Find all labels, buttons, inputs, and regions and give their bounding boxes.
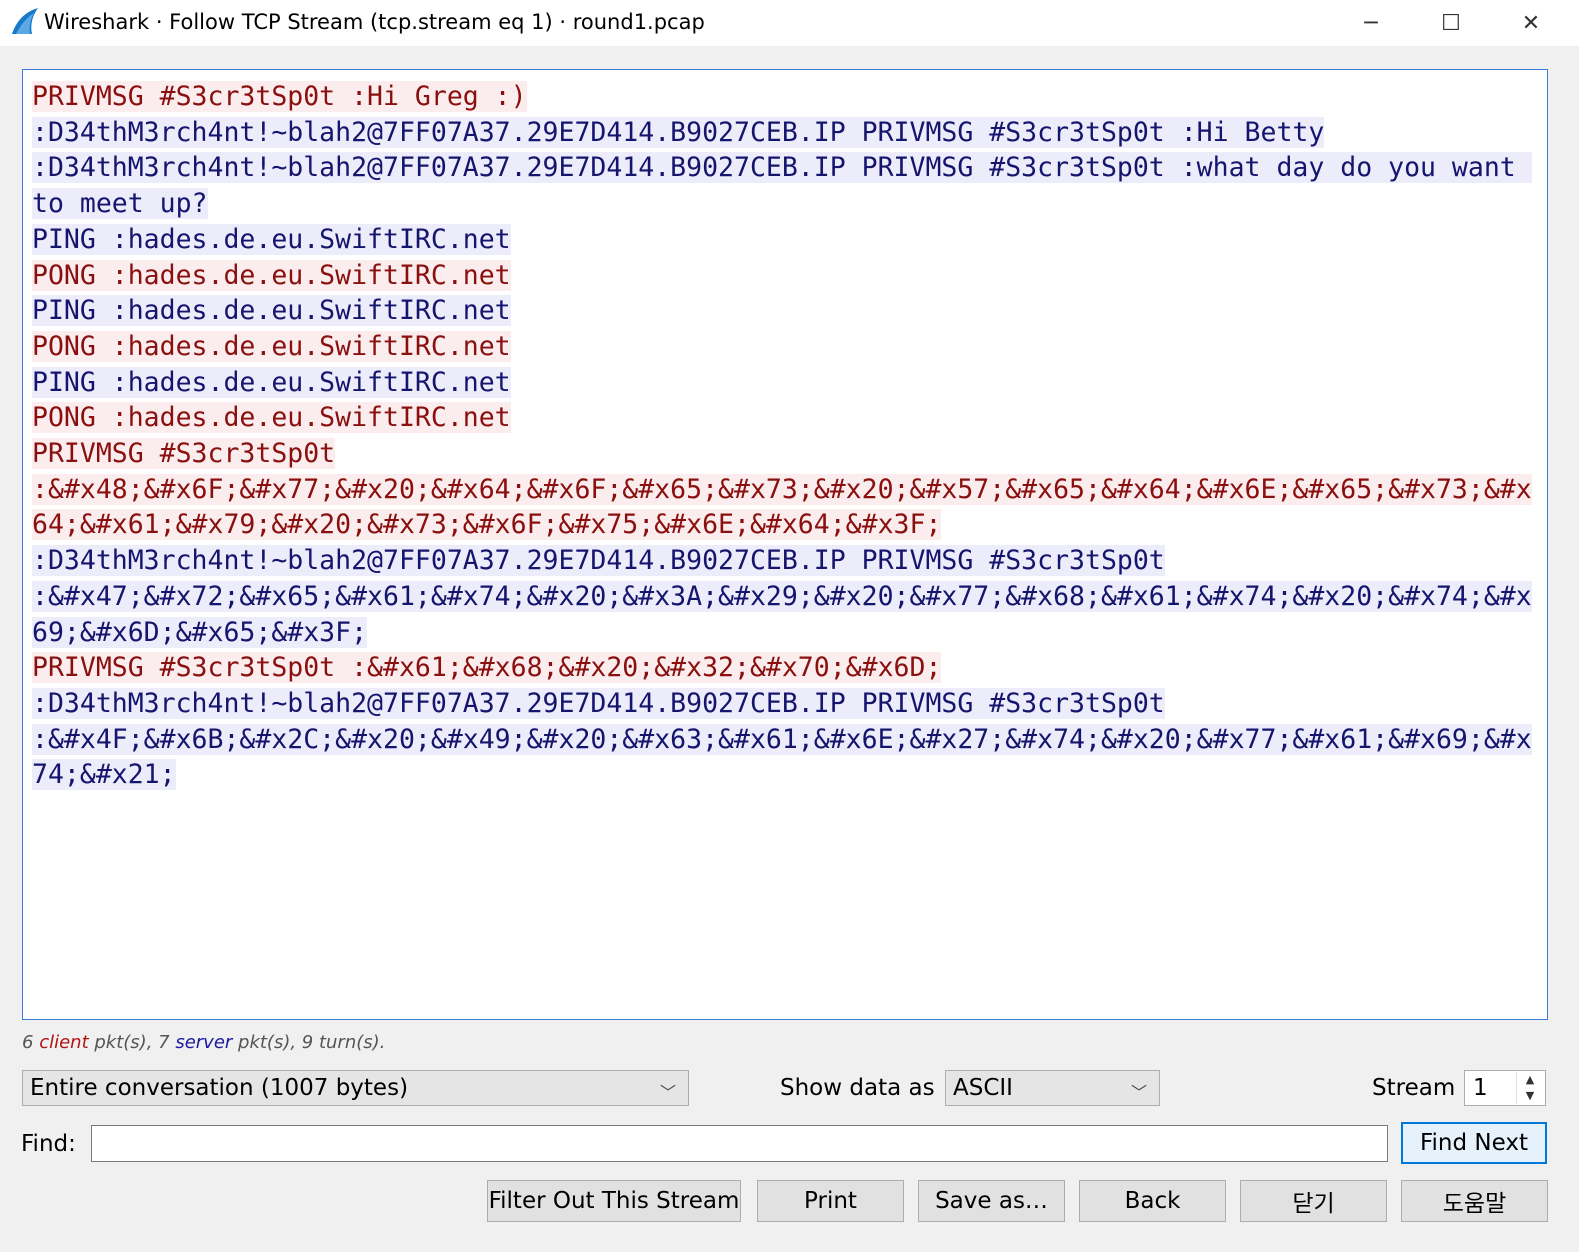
client-stream-segment: PRIVMSG #S3cr3tSp0t :Hi Greg :) <box>32 81 527 112</box>
show-data-select[interactable]: ASCII ﹀ <box>945 1070 1160 1106</box>
maximize-icon: ☐ <box>1441 10 1461 36</box>
conversation-select[interactable]: Entire conversation (1007 bytes) ﹀ <box>22 1070 689 1106</box>
title-bar: Wireshark · Follow TCP Stream (tcp.strea… <box>0 0 1579 46</box>
minimize-button[interactable]: ─ <box>1331 0 1411 46</box>
back-button[interactable]: Back <box>1079 1180 1226 1222</box>
chevron-down-icon: ﹀ <box>659 1083 676 1102</box>
stream-label: Stream <box>1372 1075 1456 1101</box>
maximize-button[interactable]: ☐ <box>1411 0 1491 46</box>
close-icon: ✕ <box>1521 10 1541 36</box>
client-stream-segment: PRIVMSG #S3cr3tSp0t :&#x48;&#x6F;&#x77;&… <box>32 438 1532 541</box>
stream-stats: 6 client pkt(s), 7 server pkt(s), 9 turn… <box>22 1032 386 1053</box>
spin-down-icon[interactable]: ▼ <box>1516 1088 1543 1104</box>
close-window-button[interactable]: ✕ <box>1491 0 1571 46</box>
help-button[interactable]: 도움말 <box>1401 1180 1548 1222</box>
window-title: Wireshark · Follow TCP Stream (tcp.strea… <box>44 10 705 34</box>
print-button[interactable]: Print <box>757 1180 904 1222</box>
close-button[interactable]: 닫기 <box>1240 1180 1387 1222</box>
server-stream-segment: :D34thM3rch4nt!~blah2@7FF07A37.29E7D414.… <box>32 152 1532 220</box>
stream-number-spinbox[interactable]: 1 ▲ ▼ <box>1464 1070 1546 1106</box>
client-stream-segment: PONG :hades.de.eu.SwiftIRC.net <box>32 259 511 291</box>
show-data-select-value: ASCII <box>953 1075 1013 1101</box>
server-stream-segment: :D34thM3rch4nt!~blah2@7FF07A37.29E7D414.… <box>32 687 1532 791</box>
client-stream-segment: PONG :hades.de.eu.SwiftIRC.net <box>32 402 511 434</box>
server-stream-segment: PING :hades.de.eu.SwiftIRC.net <box>32 366 511 398</box>
find-next-button[interactable]: Find Next <box>1401 1122 1547 1164</box>
save-as-button[interactable]: Save as… <box>918 1180 1065 1222</box>
find-input[interactable] <box>91 1125 1388 1162</box>
chevron-down-icon: ﹀ <box>1130 1083 1147 1102</box>
client-stream-segment: PONG :hades.de.eu.SwiftIRC.net <box>32 330 511 362</box>
filter-out-stream-button[interactable]: Filter Out This Stream <box>487 1180 741 1222</box>
stream-content-pane[interactable]: PRIVMSG #S3cr3tSp0t :Hi Greg :) :D34thM3… <box>22 69 1548 1020</box>
wireshark-fin-icon <box>12 8 38 34</box>
server-stream-segment: :D34thM3rch4nt!~blah2@7FF07A37.29E7D414.… <box>32 116 1325 148</box>
spin-up-icon[interactable]: ▲ <box>1516 1072 1543 1088</box>
find-label: Find: <box>21 1131 76 1157</box>
conversation-select-value: Entire conversation (1007 bytes) <box>30 1075 409 1101</box>
stream-number-value: 1 <box>1473 1075 1488 1101</box>
show-data-label: Show data as <box>780 1075 935 1101</box>
client-stream-segment: PRIVMSG #S3cr3tSp0t :&#x61;&#x68;&#x20;&… <box>32 652 942 684</box>
server-stream-segment: PING :hades.de.eu.SwiftIRC.net <box>32 295 511 327</box>
minimize-icon: ─ <box>1364 10 1378 36</box>
server-stream-segment: PING :hades.de.eu.SwiftIRC.net <box>32 223 511 255</box>
stream-text[interactable]: PRIVMSG #S3cr3tSp0t :Hi Greg :) :D34thM3… <box>32 79 1542 793</box>
server-stream-segment: :D34thM3rch4nt!~blah2@7FF07A37.29E7D414.… <box>32 545 1532 648</box>
